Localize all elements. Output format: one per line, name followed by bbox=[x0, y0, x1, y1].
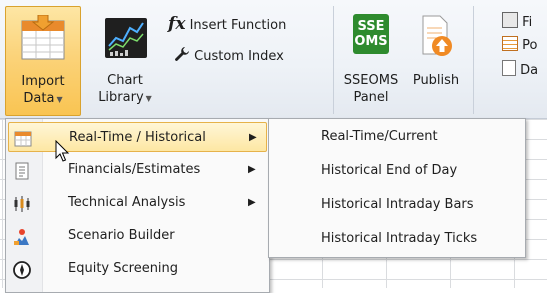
menu-item-scenario-builder[interactable]: Scenario Builder bbox=[8, 221, 267, 251]
import-data-label-1: Import bbox=[21, 74, 65, 89]
menu-item-label: Equity Screening bbox=[68, 261, 179, 276]
da-label: Da bbox=[520, 63, 539, 78]
fi-label: Fi bbox=[522, 15, 533, 30]
import-data-label-2: Data bbox=[23, 91, 55, 106]
menu-item-label: Financials/Estimates bbox=[68, 162, 201, 177]
chart-library-icon bbox=[105, 18, 147, 58]
submenu-item-label: Historical Intraday Bars bbox=[321, 197, 474, 212]
function-icon: fx bbox=[168, 14, 186, 34]
menu-item-label: Scenario Builder bbox=[68, 228, 175, 243]
menu-item-label: Technical Analysis bbox=[68, 195, 186, 210]
candlestick-icon bbox=[14, 196, 30, 212]
ribbon-separator bbox=[473, 6, 474, 114]
sseoms-label-2: Panel bbox=[353, 90, 389, 105]
submenu-item-historical-intraday-bars[interactable]: Historical Intraday Bars bbox=[273, 190, 521, 220]
chevron-right-icon: ▶ bbox=[248, 164, 256, 175]
po-label: Po bbox=[522, 38, 538, 53]
chart-library-button[interactable]: Chart Library ▼ bbox=[92, 6, 158, 116]
find-icon bbox=[502, 12, 518, 28]
chart-library-label-1: Chart bbox=[107, 73, 143, 88]
sseoms-icon-text-1: SSE bbox=[357, 19, 385, 34]
ribbon: Import Data ▼ Chart Library ▼ fx Insert Fu… bbox=[0, 0, 547, 119]
sseoms-panel-button[interactable]: SSE OMS SSEOMS Panel bbox=[340, 6, 402, 116]
import-data-button[interactable]: Import Data ▼ bbox=[5, 6, 81, 116]
import-table-icon bbox=[21, 15, 65, 60]
submenu-item-label: Historical Intraday Ticks bbox=[321, 231, 478, 246]
submenu-item-label: Real-Time/Current bbox=[321, 129, 438, 144]
table-icon bbox=[14, 131, 32, 147]
wrench-icon bbox=[175, 47, 189, 61]
mouse-cursor-icon bbox=[55, 140, 70, 162]
ribbon-separator bbox=[333, 6, 334, 114]
menu-item-technical-analysis[interactable]: Technical Analysis ▶ bbox=[8, 188, 267, 218]
da-button[interactable]: Da bbox=[502, 60, 538, 78]
menu-item-label: Real-Time / Historical bbox=[69, 130, 206, 145]
publish-icon bbox=[422, 15, 452, 56]
sseoms-label-1: SSEOMS bbox=[343, 73, 399, 88]
data-doc-icon bbox=[502, 60, 516, 76]
submenu-item-label: Historical End of Day bbox=[321, 163, 458, 178]
custom-index-button[interactable]: Custom Index bbox=[174, 46, 284, 64]
sseoms-icon: SSE OMS bbox=[353, 14, 389, 54]
real-time-historical-submenu: Real-Time/Current Historical End of Day … bbox=[268, 118, 526, 258]
menu-item-equity-screening[interactable]: Equity Screening bbox=[8, 254, 267, 284]
po-button[interactable]: Po bbox=[502, 36, 537, 53]
menu-item-real-time-historical[interactable]: Real-Time / Historical ▶ bbox=[8, 122, 267, 152]
chevron-right-icon: ▶ bbox=[249, 132, 257, 143]
menu-item-financials-estimates[interactable]: Financials/Estimates ▶ bbox=[8, 155, 267, 185]
publish-button[interactable]: Publish bbox=[405, 6, 467, 116]
sseoms-icon-text-2: OMS bbox=[354, 34, 388, 49]
compass-icon bbox=[13, 261, 31, 279]
portfolio-grid-icon bbox=[502, 36, 518, 51]
submenu-item-real-time-current[interactable]: Real-Time/Current bbox=[273, 122, 521, 152]
fi-button[interactable]: Fi bbox=[502, 12, 532, 30]
scenario-icon bbox=[14, 229, 29, 245]
chevron-down-icon: ▼ bbox=[145, 94, 152, 103]
chart-library-label-2: Library bbox=[98, 90, 144, 105]
document-icon bbox=[15, 162, 29, 180]
submenu-item-historical-intraday-ticks[interactable]: Historical Intraday Ticks bbox=[273, 224, 521, 254]
import-data-menu: Real-Time / Historical ▶ Financials/Esti… bbox=[5, 118, 270, 293]
insert-function-label: Insert Function bbox=[189, 18, 287, 33]
custom-index-label: Custom Index bbox=[194, 49, 284, 64]
chevron-down-icon: ▼ bbox=[56, 95, 63, 104]
submenu-item-historical-end-of-day[interactable]: Historical End of Day bbox=[273, 156, 521, 186]
insert-function-button[interactable]: fx Insert Function bbox=[168, 14, 286, 34]
publish-label: Publish bbox=[412, 73, 460, 88]
chevron-right-icon: ▶ bbox=[248, 197, 256, 208]
